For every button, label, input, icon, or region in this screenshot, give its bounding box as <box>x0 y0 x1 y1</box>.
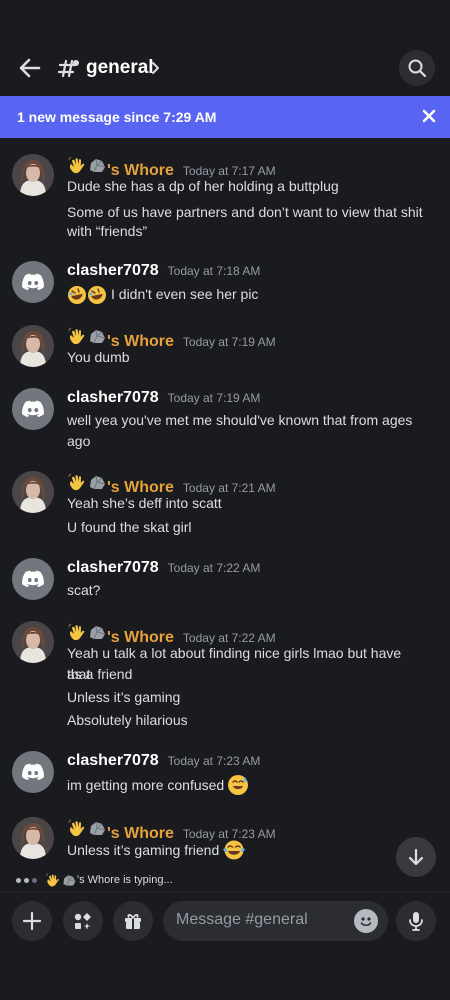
wave-emoji-icon <box>45 872 61 888</box>
message-text: as a friend <box>67 666 133 682</box>
timestamp: Today at 7:22 AM <box>167 561 261 575</box>
emoji-button[interactable] <box>354 909 378 933</box>
message-text: with “friends” <box>67 223 148 239</box>
typing-indicator: 's Whore is typing... <box>16 872 173 888</box>
username[interactable]: clasher7078 <box>67 559 159 577</box>
divider <box>0 891 450 892</box>
chevron-right-icon[interactable] <box>150 60 162 76</box>
discord-logo-icon <box>20 759 46 785</box>
channel-name[interactable]: general <box>86 57 154 79</box>
discord-logo-icon <box>20 566 46 592</box>
timestamp: Today at 7:19 AM <box>167 391 261 405</box>
back-arrow-icon <box>19 58 41 78</box>
message-text: well yea you've met me should've known t… <box>67 412 413 428</box>
message-text: Dude she has a dp of her holding a buttp… <box>67 178 339 194</box>
message-text: I didn't even see her pic <box>111 286 259 302</box>
timestamp: Today at 7:23 AM <box>167 754 261 768</box>
channel-hash-icon <box>57 56 80 80</box>
wave-emoji-icon <box>67 326 87 346</box>
voice-message-button[interactable] <box>396 901 436 941</box>
typing-text: 's Whore is typing... <box>77 874 173 886</box>
sweat-smile-emoji-icon <box>227 774 249 796</box>
message-text: Yeah she’s deff into scatt <box>67 495 222 511</box>
message-text: scat? <box>67 582 101 598</box>
avatar[interactable] <box>12 751 54 793</box>
typing-dots-icon <box>16 877 37 883</box>
avatar[interactable] <box>12 388 54 430</box>
message-text: im getting more confused <box>67 776 225 793</box>
scroll-to-bottom-button[interactable] <box>396 837 436 877</box>
close-banner-button[interactable] <box>419 106 439 126</box>
rofl-emoji-icon <box>87 285 107 305</box>
rock-emoji-icon <box>87 326 107 346</box>
arrow-down-icon <box>408 848 424 866</box>
wave-emoji-icon <box>67 622 87 642</box>
message-text: Unless it’s gaming <box>67 689 181 705</box>
avatar[interactable] <box>12 325 54 367</box>
rock-emoji-icon <box>87 622 107 642</box>
message-text: Unless it’s gaming friend <box>67 841 220 858</box>
wave-emoji-icon <box>67 818 87 838</box>
plus-icon <box>22 911 42 931</box>
apps-button[interactable] <box>63 901 103 941</box>
message-text: Absolutely hilarious <box>67 712 188 728</box>
wave-emoji-icon <box>67 155 87 175</box>
wave-emoji-icon <box>67 472 87 492</box>
gift-icon <box>125 914 141 929</box>
new-messages-banner[interactable]: 1 new message since 7:29 AM <box>0 96 450 138</box>
tears-of-joy-emoji-icon <box>222 839 246 861</box>
avatar[interactable] <box>12 261 54 303</box>
avatar[interactable] <box>12 621 54 663</box>
search-icon <box>408 59 427 78</box>
back-button[interactable] <box>14 52 46 84</box>
username[interactable]: clasher7078 <box>67 262 159 280</box>
emoji-icon <box>360 917 372 927</box>
close-icon <box>422 109 436 123</box>
microphone-icon <box>409 912 423 931</box>
avatar[interactable] <box>12 558 54 600</box>
discord-logo-icon <box>20 396 46 422</box>
avatar[interactable] <box>12 471 54 513</box>
message-text: You dumb <box>67 349 130 365</box>
message-text: U found the skat girl <box>67 519 192 535</box>
avatar[interactable] <box>12 817 54 859</box>
discord-logo-icon <box>20 269 46 295</box>
username[interactable]: clasher7078 <box>67 752 159 770</box>
timestamp: Today at 7:18 AM <box>167 264 261 278</box>
banner-text: 1 new message since 7:29 AM <box>17 109 217 125</box>
rock-emoji-icon <box>87 818 107 838</box>
rock-emoji-icon <box>87 472 107 492</box>
gift-button[interactable] <box>113 901 153 941</box>
message-input[interactable] <box>176 911 346 929</box>
rock-emoji-icon <box>87 155 107 175</box>
message-text: ago <box>67 433 91 449</box>
rofl-emoji-icon <box>67 285 87 305</box>
apps-icon <box>74 913 91 930</box>
avatar[interactable] <box>12 154 54 196</box>
add-attachment-button[interactable] <box>12 901 52 941</box>
message-text: Some of us have partners and don’t want … <box>67 204 423 220</box>
username[interactable]: clasher7078 <box>67 389 159 407</box>
rock-emoji-icon <box>61 872 77 888</box>
channel-header: general <box>0 44 450 94</box>
search-button[interactable] <box>399 50 435 86</box>
message-composer[interactable] <box>163 901 388 941</box>
